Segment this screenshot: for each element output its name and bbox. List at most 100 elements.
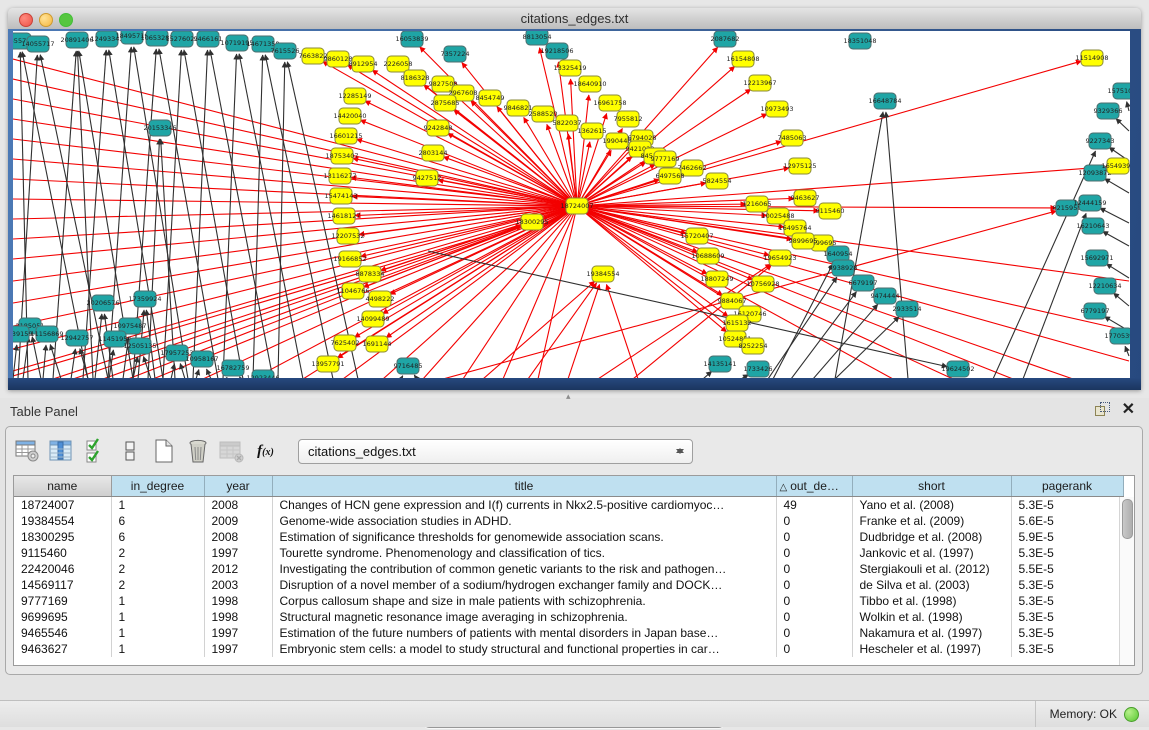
- table-row[interactable]: 946362711997Embryonic stem cells: a mode…: [14, 641, 1123, 657]
- table-cell[interactable]: 9465546: [14, 625, 111, 641]
- close-panel-icon[interactable]: ✕: [1122, 402, 1135, 417]
- show-columns-icon[interactable]: [48, 438, 75, 465]
- table-cell[interactable]: Nakamura et al. (1997): [852, 625, 1011, 641]
- graph-node[interactable]: 8878334: [356, 266, 385, 282]
- graph-node[interactable]: 7357224: [441, 46, 470, 62]
- function-builder-icon[interactable]: f(x): [252, 438, 279, 465]
- table-cell[interactable]: Embryonic stem cells: a model to study s…: [272, 641, 776, 657]
- table-cell[interactable]: 9777169: [14, 593, 111, 609]
- table-cell[interactable]: Disruption of a novel member of a sodium…: [272, 577, 776, 593]
- citation-network-graph[interactable]: 1872400793557241405571720891406124933431…: [13, 31, 1130, 378]
- graph-node[interactable]: 8252254: [739, 338, 768, 354]
- graph-node[interactable]: 9329366: [1094, 103, 1123, 119]
- table-source-dropdown[interactable]: citations_edges.txt: [298, 439, 693, 464]
- table-cell[interactable]: 1: [111, 609, 204, 625]
- graph-node[interactable]: 19384554: [586, 266, 619, 282]
- table-cell[interactable]: Changes of HCN gene expression and I(f) …: [272, 497, 776, 514]
- table-cell[interactable]: Jankovic et al. (1997): [852, 545, 1011, 561]
- graph-node[interactable]: 14618127: [327, 208, 360, 224]
- table-cell[interactable]: 5.3E-5: [1011, 497, 1123, 514]
- graph-node[interactable]: 12923446: [246, 370, 279, 378]
- table-cell[interactable]: 0: [776, 609, 852, 625]
- table-cell[interactable]: 1998: [204, 593, 272, 609]
- graph-node[interactable]: 15751074: [1107, 83, 1130, 99]
- table-cell[interactable]: 2008: [204, 529, 272, 545]
- graph-node[interactable]: 13957791: [311, 356, 344, 372]
- graph-node[interactable]: 16601215: [329, 128, 362, 144]
- table-cell[interactable]: Tourette syndrome. Phenomenology and cla…: [272, 545, 776, 561]
- table-cell[interactable]: 18724007: [14, 497, 111, 514]
- graph-node[interactable]: 9227343: [1086, 133, 1115, 149]
- graph-node[interactable]: 8454749: [476, 90, 505, 106]
- table-cell[interactable]: 1997: [204, 625, 272, 641]
- table-cell[interactable]: 0: [776, 625, 852, 641]
- graph-node[interactable]: 20891406: [60, 32, 93, 48]
- table-row[interactable]: 1830029562008Estimation of significance …: [14, 529, 1123, 545]
- table-row[interactable]: 1456911722003Disruption of a novel membe…: [14, 577, 1123, 593]
- graph-node[interactable]: 12210634: [1088, 278, 1121, 294]
- table-row[interactable]: 977716911998Corpus callosum shape and si…: [14, 593, 1123, 609]
- graph-node[interactable]: 12207532: [331, 228, 364, 244]
- graph-node[interactable]: 16648784: [868, 93, 901, 109]
- graph-node[interactable]: 7485063: [778, 130, 807, 146]
- graph-node[interactable]: 8813054: [523, 31, 552, 45]
- graph-node[interactable]: 8186328: [401, 70, 430, 86]
- graph-node[interactable]: 2803144: [419, 145, 448, 161]
- scrollbar-thumb[interactable]: [1122, 499, 1133, 539]
- table-cell[interactable]: 1997: [204, 545, 272, 561]
- table-cell[interactable]: 5.9E-5: [1011, 529, 1123, 545]
- table-cell[interactable]: 5.6E-5: [1011, 513, 1123, 529]
- column-header-pagerank[interactable]: pagerank: [1011, 476, 1123, 497]
- table-cell[interactable]: 1: [111, 641, 204, 657]
- graph-node[interactable]: 16210643: [1076, 218, 1109, 234]
- graph-node[interactable]: 19166852: [333, 251, 366, 267]
- graph-node[interactable]: 2087682: [711, 31, 740, 47]
- graph-node[interactable]: 19218506: [540, 43, 573, 59]
- graph-node[interactable]: 9899695: [789, 233, 818, 249]
- graph-node[interactable]: 5824554: [703, 173, 732, 189]
- table-cell[interactable]: 9463627: [14, 641, 111, 657]
- table-cell[interactable]: 2: [111, 577, 204, 593]
- table-row[interactable]: 1938455462009Genome-wide association stu…: [14, 513, 1123, 529]
- graph-node[interactable]: 7625402: [331, 335, 360, 351]
- node-table-grid[interactable]: namein_degreeyeartitle△out_de…shortpager…: [14, 476, 1124, 657]
- table-cell[interactable]: 1997: [204, 641, 272, 657]
- graph-node[interactable]: 14420040: [333, 108, 366, 124]
- table-cell[interactable]: 1998: [204, 609, 272, 625]
- table-cell[interactable]: 5.3E-5: [1011, 641, 1123, 657]
- column-header-title[interactable]: title: [272, 476, 776, 497]
- graph-node[interactable]: 7615526: [271, 43, 300, 59]
- graph-node[interactable]: 12213967: [743, 75, 776, 91]
- table-cell[interactable]: Franke et al. (2009): [852, 513, 1011, 529]
- table-cell[interactable]: 5.3E-5: [1011, 609, 1123, 625]
- graph-node[interactable]: 19624502: [941, 361, 974, 377]
- graph-node[interactable]: 16782759: [216, 360, 249, 376]
- network-canvas[interactable]: 1872400793557241405571720891406124933431…: [13, 31, 1130, 378]
- graph-node[interactable]: 9466161: [194, 31, 223, 47]
- graph-node[interactable]: 18351048: [843, 33, 876, 49]
- graph-node[interactable]: 2875685: [431, 95, 460, 111]
- table-cell[interactable]: Yano et al. (2008): [852, 497, 1011, 514]
- graph-node[interactable]: 16961758: [593, 95, 626, 111]
- graph-node[interactable]: 16154808: [726, 51, 759, 67]
- column-header-indegree[interactable]: in_degree: [111, 476, 204, 497]
- table-cell[interactable]: 6: [111, 529, 204, 545]
- table-cell[interactable]: 19384554: [14, 513, 111, 529]
- graph-node[interactable]: 17359924: [128, 291, 161, 307]
- table-cell[interactable]: 9115460: [14, 545, 111, 561]
- select-columns-icon[interactable]: [82, 438, 109, 465]
- column-header-year[interactable]: year: [204, 476, 272, 497]
- graph-node[interactable]: 15692971: [1080, 250, 1113, 266]
- table-cell[interactable]: Investigating the contribution of common…: [272, 561, 776, 577]
- graph-node[interactable]: 1733426: [744, 361, 773, 377]
- column-header-name[interactable]: name: [14, 476, 111, 497]
- table-cell[interactable]: 2008: [204, 497, 272, 514]
- table-settings-icon[interactable]: [14, 438, 41, 465]
- table-cell[interactable]: 0: [776, 545, 852, 561]
- row-options-icon[interactable]: [116, 438, 143, 465]
- graph-node[interactable]: 9463627: [791, 190, 820, 206]
- graph-node[interactable]: 6779197: [1081, 303, 1110, 319]
- graph-node[interactable]: 4498222: [366, 291, 395, 307]
- graph-node[interactable]: 9115460: [816, 203, 845, 219]
- graph-node[interactable]: 17705391: [1104, 328, 1130, 344]
